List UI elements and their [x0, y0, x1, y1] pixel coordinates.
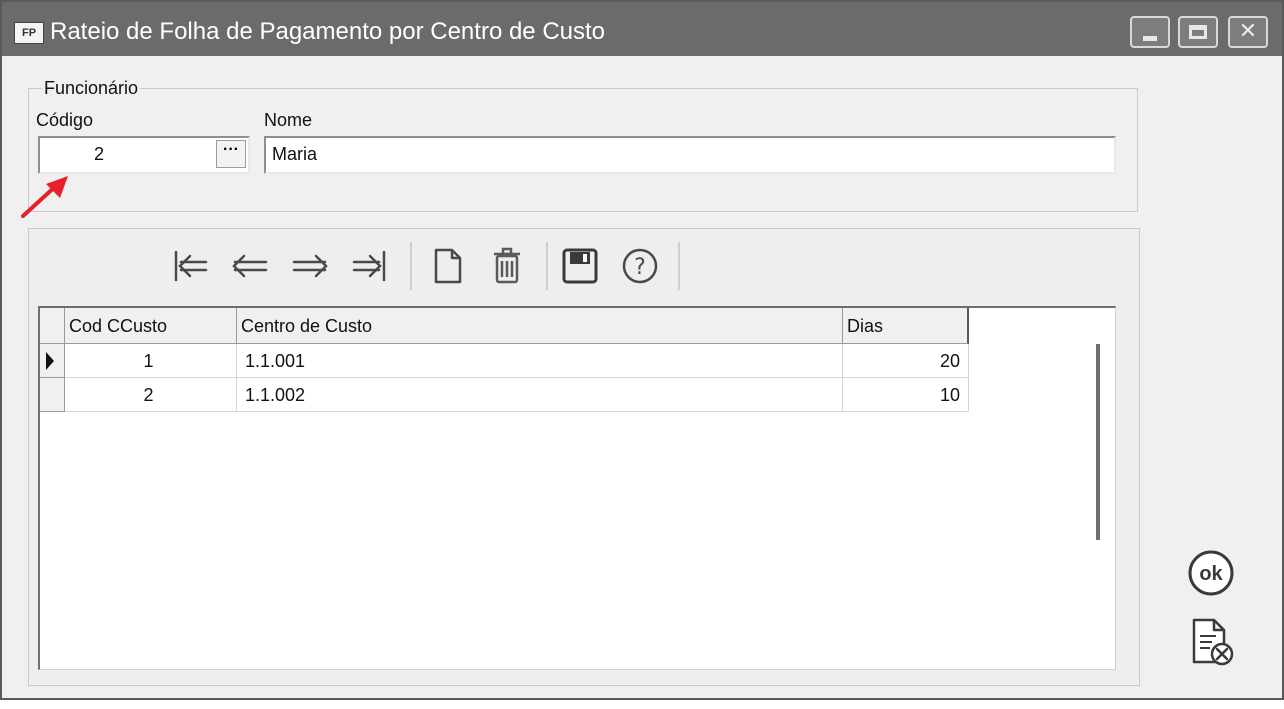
code-label: Código [36, 110, 94, 130]
save-floppy-icon[interactable] [558, 244, 602, 288]
next-record-icon[interactable] [288, 244, 332, 288]
dialog-window: FP Rateio de Folha de Pagamento por Cent… [0, 0, 1284, 700]
column-header-centro-de-custo[interactable]: Centro de Custo [237, 308, 843, 344]
lookup-button[interactable]: ··· [216, 140, 246, 168]
table-cell-cod[interactable]: 1 [65, 344, 237, 378]
grid-corner-header [40, 308, 65, 344]
name-label: Nome [264, 110, 313, 130]
table-cell-cod[interactable]: 2 [65, 378, 237, 412]
help-question-icon[interactable]: ? [618, 244, 662, 288]
toolbar-separator [410, 242, 412, 290]
table-cell-dias[interactable]: 20 [843, 344, 969, 378]
annotation-arrow-icon [21, 176, 68, 218]
row-indicator[interactable] [40, 378, 65, 412]
toolbar-separator [678, 242, 680, 290]
row-indicator-current[interactable] [40, 344, 65, 378]
table-cell-centro[interactable]: 1.1.002 [237, 378, 843, 412]
delete-trash-icon[interactable] [486, 244, 530, 288]
window-title: Rateio de Folha de Pagamento por Centro … [50, 18, 606, 45]
close-icon: ✕ [1238, 19, 1258, 44]
title-bar[interactable]: FP Rateio de Folha de Pagamento por Cent… [2, 2, 1282, 56]
svg-text:?: ? [634, 255, 646, 280]
employee-name-input[interactable]: Maria [264, 136, 1116, 174]
column-header-cod-ccusto[interactable]: Cod CCusto [65, 308, 237, 344]
new-document-icon[interactable] [426, 244, 470, 288]
document-cancel-icon[interactable] [1186, 616, 1238, 672]
employee-group-title: Funcionário [42, 78, 141, 99]
maximize-button[interactable] [1178, 16, 1218, 48]
ok-button-label: ok [1199, 563, 1223, 585]
close-button[interactable]: ✕ [1228, 16, 1268, 48]
row-pointer-icon [46, 352, 54, 370]
last-record-icon[interactable] [348, 244, 392, 288]
cost-center-grid[interactable]: Cod CCusto Centro de Custo Dias 1 1.1.00… [38, 306, 1116, 670]
previous-record-icon[interactable] [228, 244, 272, 288]
app-icon: FP [14, 22, 44, 44]
column-header-dias[interactable]: Dias [843, 308, 969, 344]
minimize-icon [1143, 36, 1157, 41]
minimize-button[interactable] [1130, 16, 1170, 48]
toolbar-separator [546, 242, 548, 290]
table-cell-centro[interactable]: 1.1.001 [237, 344, 843, 378]
first-record-icon[interactable] [168, 244, 212, 288]
table-cell-dias[interactable]: 10 [843, 378, 969, 412]
maximize-icon [1189, 25, 1207, 39]
ok-button[interactable]: ok [1186, 548, 1236, 598]
vertical-scrollbar[interactable] [1096, 344, 1100, 540]
